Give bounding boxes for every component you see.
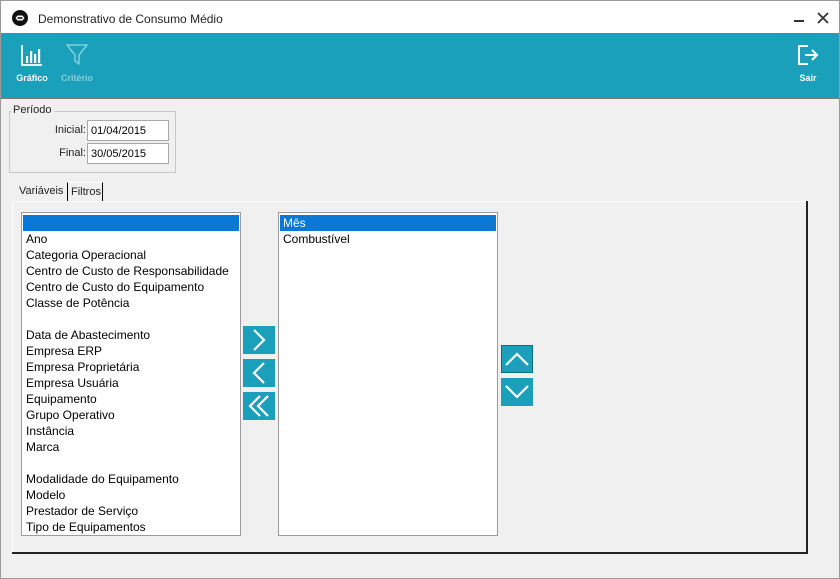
- minimize-icon: [794, 20, 804, 22]
- tab-panel-border: [12, 552, 808, 554]
- list-item[interactable]: Empresa Proprietária: [23, 359, 239, 375]
- list-item[interactable]: Mês: [280, 215, 496, 231]
- app-logo-icon: [12, 10, 28, 26]
- list-item[interactable]: Instância: [23, 423, 239, 439]
- list-item[interactable]: [23, 311, 239, 327]
- list-item[interactable]: Combustível: [280, 231, 496, 247]
- list-item[interactable]: Empresa Usuária: [23, 375, 239, 391]
- window: Demonstrativo de Consumo Médio Gráfico C…: [0, 0, 840, 579]
- tab-panel-border: [12, 201, 808, 202]
- list-item[interactable]: Empresa ERP: [23, 343, 239, 359]
- list-item[interactable]: Modalidade do Equipamento: [23, 471, 239, 487]
- criterio-label: Critério: [60, 73, 93, 83]
- exit-icon: [798, 45, 819, 65]
- selected-variables-list[interactable]: Mês Combustível: [278, 212, 498, 536]
- list-item[interactable]: Categoria Operacional: [23, 247, 239, 263]
- remove-all-variables-button[interactable]: [243, 392, 275, 420]
- list-item[interactable]: Modelo: [23, 487, 239, 503]
- inicial-label: Inicial:: [54, 124, 86, 136]
- list-item[interactable]: Centro de Custo de Responsabilidade: [23, 263, 239, 279]
- list-item[interactable]: Ano: [23, 231, 239, 247]
- window-title: Demonstrativo de Consumo Médio: [38, 12, 223, 26]
- periodo-legend: Período: [11, 104, 54, 116]
- list-item[interactable]: Centro de Custo do Equipamento: [23, 279, 239, 295]
- add-variable-button[interactable]: [243, 326, 275, 354]
- list-item[interactable]: Marca: [23, 439, 239, 455]
- final-label: Final:: [59, 147, 86, 159]
- move-down-button[interactable]: [501, 378, 533, 406]
- bar-chart-icon: [21, 45, 42, 66]
- list-item[interactable]: Prestador de Serviço: [23, 503, 239, 519]
- list-item[interactable]: [23, 215, 239, 231]
- sair-button[interactable]: Sair: [786, 33, 830, 97]
- move-up-button[interactable]: [501, 345, 533, 373]
- tab-variaveis[interactable]: Variáveis: [16, 182, 67, 202]
- sair-label: Sair: [799, 73, 817, 83]
- list-item[interactable]: Tipo de Equipamentos: [23, 519, 239, 535]
- chevron-left-icon: [252, 362, 265, 384]
- list-item[interactable]: Data de Abastecimento: [23, 327, 239, 343]
- close-button[interactable]: [813, 9, 833, 29]
- tab-panel-border: [806, 201, 808, 554]
- close-icon: [817, 12, 829, 24]
- inicial-date-input[interactable]: [87, 120, 169, 141]
- double-chevron-left-icon: [248, 395, 269, 417]
- chevron-down-icon: [505, 385, 529, 399]
- grafico-label: Gráfico: [16, 73, 48, 83]
- minimize-button[interactable]: [789, 9, 809, 29]
- criterio-button[interactable]: Critério: [55, 33, 99, 97]
- tab-filtros[interactable]: Filtros: [67, 182, 103, 202]
- toolbar: Gráfico Critério Sair: [1, 33, 839, 99]
- title-bar: Demonstrativo de Consumo Médio: [1, 1, 839, 33]
- list-item[interactable]: Grupo Operativo: [23, 407, 239, 423]
- chevron-right-icon: [253, 329, 266, 351]
- tab-panel-border: [12, 201, 13, 554]
- list-item[interactable]: Equipamento: [23, 391, 239, 407]
- list-item[interactable]: [23, 455, 239, 471]
- remove-variable-button[interactable]: [243, 359, 275, 387]
- grafico-button[interactable]: Gráfico: [10, 33, 54, 97]
- filter-icon: [66, 44, 88, 65]
- list-item[interactable]: Classe de Potência: [23, 295, 239, 311]
- final-date-input[interactable]: [87, 143, 169, 164]
- available-variables-list[interactable]: Ano Categoria Operacional Centro de Cust…: [21, 212, 241, 536]
- chevron-up-icon: [505, 352, 529, 366]
